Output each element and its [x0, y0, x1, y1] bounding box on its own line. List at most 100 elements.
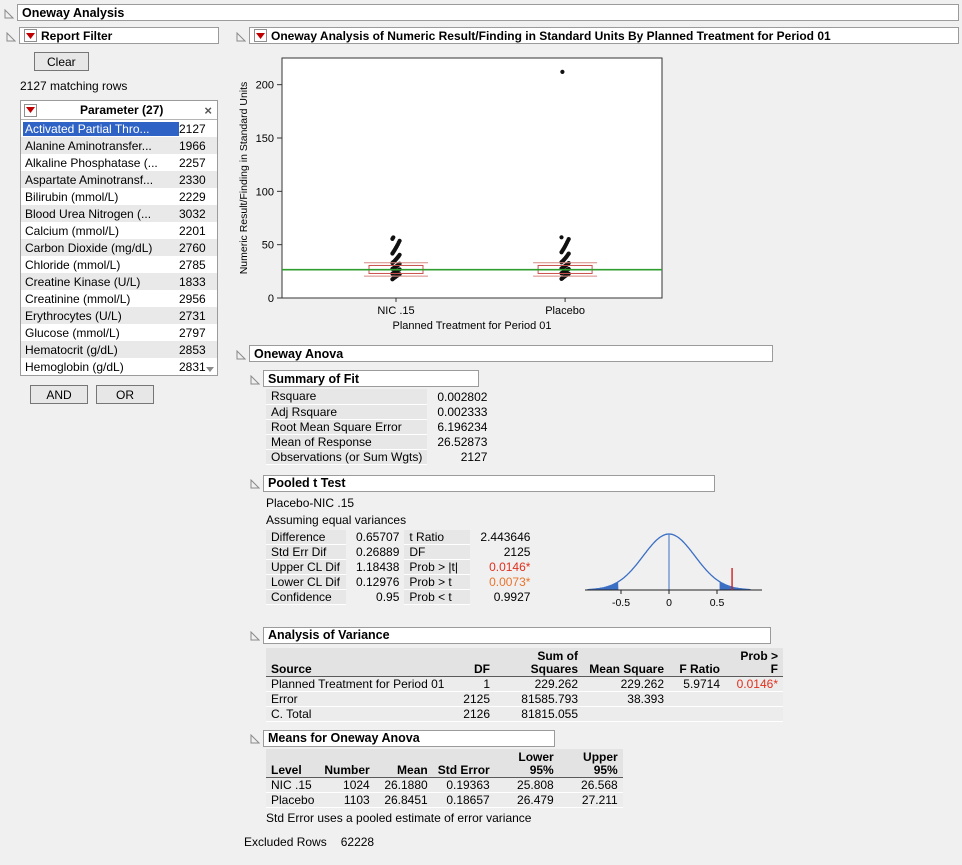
oneway-report: Oneway Analysis of Numeric Result/Findin… — [232, 27, 962, 849]
oneway-analysis-title: Oneway Analysis of Numeric Result/Findin… — [271, 29, 831, 43]
report-filter-title-box: Report Filter — [19, 27, 219, 44]
svg-text:150: 150 — [256, 133, 274, 145]
summary-of-fit-table: Rsquare0.002802 Adj Rsquare0.002333 Root… — [266, 389, 492, 465]
list-item[interactable]: Creatine Kinase (U/L)1833 — [21, 273, 217, 290]
red-triangle-menu-icon[interactable] — [24, 29, 37, 42]
column-header: DF — [451, 648, 495, 677]
means-title: Means for Oneway Anova — [268, 731, 420, 745]
cell: 25.808 — [495, 777, 559, 792]
list-item[interactable]: Hemoglobin (g/dL)2831 — [21, 358, 217, 375]
disclosure-triangle-icon[interactable] — [250, 733, 260, 743]
cell: 26.8451 — [375, 792, 433, 807]
list-item[interactable]: Hematocrit (g/dL)2853 — [21, 341, 217, 358]
cell: 0.19363 — [433, 777, 495, 792]
list-item[interactable]: Activated Partial Thro...2127 — [21, 120, 217, 137]
list-item[interactable]: Alanine Aminotransfer...1966 — [21, 137, 217, 154]
cell — [669, 706, 725, 721]
column-header: F Ratio — [669, 648, 725, 677]
disclosure-triangle-icon[interactable] — [4, 8, 14, 18]
svg-text:-0.5: -0.5 — [612, 597, 630, 609]
disclosure-triangle-icon[interactable] — [250, 478, 260, 488]
stat-value: 0.12976 — [346, 575, 404, 590]
list-item-count: 2797 — [179, 326, 215, 340]
list-item-count: 2785 — [179, 258, 215, 272]
cell: 26.568 — [559, 777, 623, 792]
stat-value: 0.002333 — [427, 404, 492, 419]
close-icon[interactable]: × — [202, 104, 214, 117]
parameter-list-title: Parameter (27) — [41, 103, 202, 117]
list-item[interactable]: Erythrocytes (U/L)2731 — [21, 307, 217, 324]
report-filter-panel: Report Filter Clear 2127 matching rows P… — [0, 27, 232, 849]
list-item-label: Blood Urea Nitrogen (... — [23, 207, 179, 221]
list-item[interactable]: Bilirubin (mmol/L)2229 — [21, 188, 217, 205]
disclosure-triangle-icon[interactable] — [236, 31, 246, 41]
parameter-filter-list: Parameter (27) × Activated Partial Thro.… — [20, 100, 218, 376]
cell: 1024 — [319, 777, 374, 792]
stat-label: Std Err Dif — [266, 545, 346, 560]
pooled-t-test-title-box: Pooled t Test — [263, 475, 715, 492]
list-item-count: 3032 — [179, 207, 215, 221]
list-item[interactable]: Carbon Dioxide (mg/dL)2760 — [21, 239, 217, 256]
table-row: Observations (or Sum Wgts)2127 — [266, 449, 492, 464]
list-item[interactable]: Creatinine (mmol/L)2956 — [21, 290, 217, 307]
stat-value: 2127 — [427, 449, 492, 464]
clear-button[interactable]: Clear — [34, 52, 89, 71]
column-header: Number — [319, 749, 374, 778]
matching-rows-text: 2127 matching rows — [20, 79, 232, 93]
pooled-t-test-title: Pooled t Test — [268, 476, 346, 490]
svg-text:0.5: 0.5 — [710, 597, 725, 609]
and-button[interactable]: AND — [30, 385, 88, 404]
stat-label: Difference — [266, 530, 346, 545]
t-distribution-plot[interactable]: -0.500.5 — [581, 522, 766, 617]
list-item-label: Hemoglobin (g/dL) — [23, 360, 179, 374]
table-row: Mean of Response26.52873 — [266, 434, 492, 449]
stat-label: DF — [404, 545, 470, 560]
column-header: Source — [266, 648, 451, 677]
red-triangle-menu-icon[interactable] — [254, 29, 267, 42]
stat-label: Confidence — [266, 590, 346, 605]
list-item-count: 2229 — [179, 190, 215, 204]
list-item-label: Chloride (mmol/L) — [23, 258, 179, 272]
list-item-count: 2760 — [179, 241, 215, 255]
stat-label: Adj Rsquare — [266, 404, 427, 419]
list-item[interactable]: Calcium (mmol/L)2201 — [21, 222, 217, 239]
table-row: C. Total 2126 81815.055 — [266, 706, 783, 721]
list-item[interactable]: Alkaline Phosphatase (...2257 — [21, 154, 217, 171]
column-header: Level — [266, 749, 319, 778]
disclosure-triangle-icon[interactable] — [6, 31, 16, 41]
stat-label: Mean of Response — [266, 434, 427, 449]
list-item[interactable]: Blood Urea Nitrogen (...3032 — [21, 205, 217, 222]
list-item-label: Hematocrit (g/dL) — [23, 343, 179, 357]
stat-value: 6.196234 — [427, 419, 492, 434]
disclosure-triangle-icon[interactable] — [250, 630, 260, 640]
table-row: Lower CL Dif0.12976 Prob > t0.0073* — [266, 575, 535, 590]
column-header: Mean — [375, 749, 433, 778]
cell: Placebo — [266, 792, 319, 807]
list-item[interactable]: Aspartate Aminotransf...2330 — [21, 171, 217, 188]
report-header: Oneway Analysis — [4, 4, 959, 21]
stat-label: Prob > t — [404, 575, 470, 590]
oneway-scatter-plot[interactable]: 050100150200Numeric Result/Finding in St… — [236, 48, 676, 340]
red-triangle-menu-icon[interactable] — [24, 104, 37, 117]
disclosure-triangle-icon[interactable] — [236, 349, 246, 359]
table-header-row: Source DF Sum of Squares Mean Square F R… — [266, 648, 783, 677]
list-item-count: 2201 — [179, 224, 215, 238]
list-item-count: 2956 — [179, 292, 215, 306]
stat-value-significant: 0.0073* — [470, 575, 535, 590]
report-filter-title: Report Filter — [41, 29, 112, 43]
disclosure-triangle-icon[interactable] — [250, 374, 260, 384]
cell: Error — [266, 691, 451, 706]
or-button[interactable]: OR — [96, 385, 154, 404]
list-item-count: 2853 — [179, 343, 215, 357]
table-row: Placebo 1103 26.8451 0.18657 26.479 27.2… — [266, 792, 623, 807]
svg-text:Numeric Result/Finding in Stan: Numeric Result/Finding in Standard Units — [238, 82, 250, 275]
scrollbar-down-arrow-icon[interactable] — [206, 367, 214, 372]
table-row: Rsquare0.002802 — [266, 389, 492, 404]
list-item-label: Bilirubin (mmol/L) — [23, 190, 179, 204]
stat-label: Root Mean Square Error — [266, 419, 427, 434]
list-item[interactable]: Chloride (mmol/L)2785 — [21, 256, 217, 273]
page-title: Oneway Analysis — [22, 6, 124, 20]
list-item[interactable]: Glucose (mmol/L)2797 — [21, 324, 217, 341]
list-item-label: Calcium (mmol/L) — [23, 224, 179, 238]
list-item-count: 2257 — [179, 156, 215, 170]
